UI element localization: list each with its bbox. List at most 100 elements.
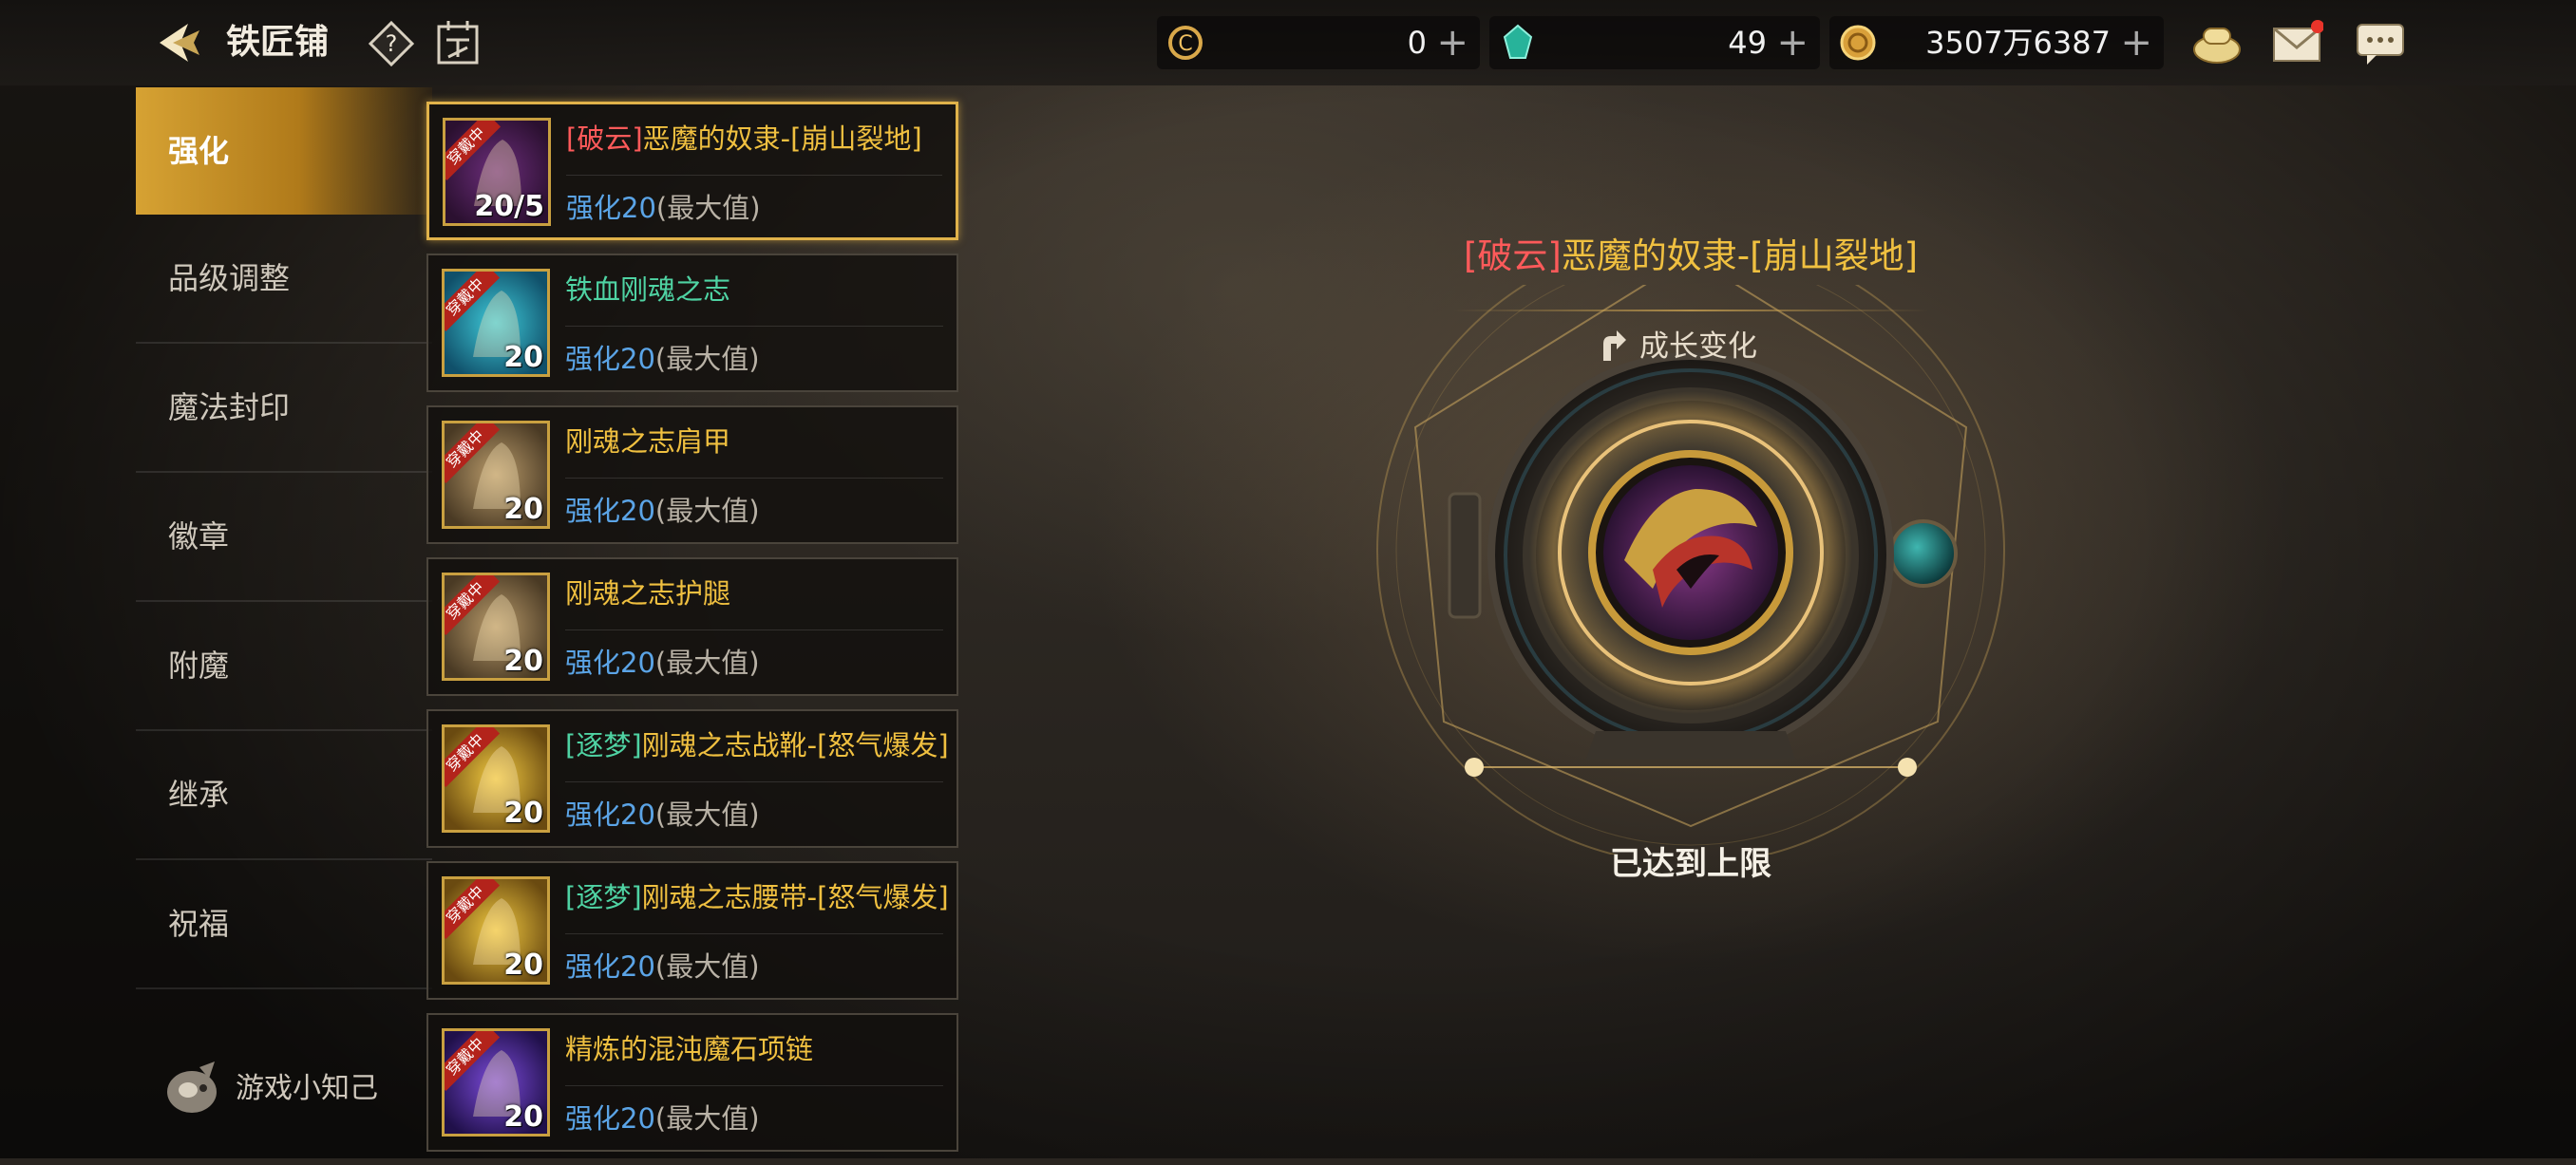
equipment-thumbnail: 穿戴中 20 [442,876,550,985]
nav-item-grade-adjust[interactable]: 品级调整 [136,215,432,344]
equipment-card[interactable]: 穿戴中 20 铁血刚魂之志 强化20(最大值) [426,254,958,392]
svg-text:?: ? [386,30,398,57]
enhance-level-max: (最大值) [654,950,760,983]
equipment-name: 刚魂之志肩甲 [565,419,730,464]
equipment-name: 精炼的混沌魔石项链 [565,1026,813,1072]
back-arrow-icon[interactable] [152,19,207,66]
nav-item-blessing[interactable]: 祝福 [136,860,432,989]
card-divider [565,629,943,630]
currency-gold-add-button[interactable]: + [2120,16,2152,69]
bag-icon[interactable] [2190,19,2244,66]
equipment-prefix: [破云] [566,122,643,155]
equipment-card[interactable]: 穿戴中 20/5 [破云]恶魔的奴隶-[崩山裂地] 强化20(最大值) [426,102,958,240]
enhance-level-value: 强化20 [565,343,655,375]
equipment-name: [逐梦]刚魂之志战靴-[怒气爆发] [565,723,949,768]
nav-item-magic-seal[interactable]: 魔法封印 [136,344,432,473]
equipment-name-text: 刚魂之志腰带-[怒气爆发] [641,881,949,913]
currency-gold-box: 3507万6387 + [1829,16,2164,69]
equipment-name: [破云]恶魔的奴隶-[崩山裂地] [566,116,922,161]
growth-change-label: 成长变化 [1639,329,1757,364]
equipment-name: [逐梦]刚魂之志腰带-[怒气爆发] [565,874,949,920]
equipment-level-badge: 20 [503,341,543,374]
enhance-level: 强化20(最大值) [565,489,760,533]
game-tips-button[interactable]: 游戏小知己 [161,1056,408,1122]
enhance-level: 强化20(最大值) [565,1097,760,1140]
enhance-level-max: (最大值) [654,1102,760,1135]
currency-c-value: 0 [1407,25,1427,61]
nav-item-label: 徽章 [168,518,230,554]
selected-item-name: 恶魔的奴隶-[崩山裂地] [1561,235,1919,276]
equipment-card[interactable]: 穿戴中 20 精炼的混沌魔石项链 强化20(最大值) [426,1013,958,1152]
nav-item-label: 附魔 [168,648,230,684]
currency-c-box: C 0 + [1157,16,1480,69]
equipment-level-badge: 20 [503,797,543,830]
selected-item-prefix: [破云] [1463,235,1562,276]
equipment-level-badge: 20/5 [474,190,544,223]
max-reached-status: 已达到上限 [1610,845,1771,883]
equipment-card[interactable]: 穿戴中 20 刚魂之志护腿 强化20(最大值) [426,557,958,696]
title-divider [1453,310,1928,311]
pet-helper-icon [167,1062,217,1113]
equipment-thumbnail: 穿戴中 20 [442,1028,550,1137]
enhance-level: 强化20(最大值) [566,186,761,230]
enhance-level-value: 强化20 [565,950,655,983]
currency-gem-add-button[interactable]: + [1776,16,1809,69]
selected-item-title: [破云]恶魔的奴隶-[崩山裂地] [1425,228,1957,285]
equipment-card[interactable]: 穿戴中 20 [逐梦]刚魂之志战靴-[怒气爆发] 强化20(最大值) [426,709,958,848]
enhance-level: 强化20(最大值) [565,337,760,381]
equipment-prefix: [逐梦] [565,729,642,761]
gem-icon [1503,24,1533,59]
enhance-level-value: 强化20 [565,647,655,679]
nav-item-label: 强化 [168,133,230,169]
equipment-thumbnail: 穿戴中 20 [442,573,550,681]
nav-item-label: 品级调整 [168,260,291,296]
top-bar: 铁匠铺 ? C 0 + 49 + 3507万6387 + [0,0,2576,85]
calendar-icon[interactable] [435,19,481,66]
equipment-name-text: 恶魔的奴隶-[崩山裂地] [642,122,922,155]
equipment-name-text: 刚魂之志战靴-[怒气爆发] [641,729,949,761]
equipment-level-badge: 20 [503,949,543,982]
card-divider [565,326,943,327]
question-icon[interactable]: ? [369,21,414,66]
nav-item-label: 继承 [168,777,230,813]
equipment-thumbnail: 穿戴中 20 [442,269,550,377]
page-title: 铁匠铺 [226,23,330,62]
equipment-thumbnail: 穿戴中 20 [442,724,550,833]
growth-change-button[interactable]: 成长变化 [1596,323,1786,370]
gold-coin-icon [1840,25,1876,61]
equipment-name: 铁血刚魂之志 [565,267,730,312]
chat-icon[interactable] [2354,19,2407,66]
equipment-level-badge: 20 [503,645,543,678]
enhance-level-max: (最大值) [654,647,760,679]
equipment-name-text: 刚魂之志护腿 [565,577,731,610]
enhance-level: 强化20(最大值) [565,793,760,836]
currency-gem-box: 49 + [1489,16,1820,69]
equipment-name-text: 铁血刚魂之志 [565,273,731,306]
card-divider [565,478,943,479]
currency-c-add-button[interactable]: + [1436,16,1468,69]
svg-text:C: C [1178,32,1192,56]
equipment-name: 刚魂之志护腿 [565,571,730,616]
equipment-level-badge: 20 [503,1100,543,1134]
equipment-card[interactable]: 穿戴中 20 刚魂之志肩甲强化20(最大值) [426,405,958,544]
enhance-level-max: (最大值) [654,343,760,375]
side-nav: 强化 品级调整 魔法封印 徽章 附魔 继承 祝福 [136,87,432,989]
equipment-card[interactable]: 穿戴中 20 [逐梦]刚魂之志腰带-[怒气爆发] 强化20(最大值) [426,861,958,1000]
nav-item-emblem[interactable]: 徽章 [136,473,432,602]
enhance-level-max: (最大值) [655,192,761,224]
card-divider [565,1085,943,1086]
enhance-level-max: (最大值) [654,495,760,527]
card-divider [565,933,943,934]
nav-item-label: 祝福 [168,906,230,942]
currency-gem-value: 49 [1728,25,1767,61]
nav-item-enhance[interactable]: 强化 [136,87,432,215]
equipment-name-text: 刚魂之志肩甲 [565,425,731,458]
card-divider [565,781,943,782]
nav-item-enchant[interactable]: 附魔 [136,602,432,731]
card-divider [566,175,942,176]
mail-icon[interactable] [2270,19,2323,66]
nav-item-inherit[interactable]: 继承 [136,731,432,860]
nav-item-label: 魔法封印 [168,389,291,425]
tips-label: 游戏小知己 [236,1072,378,1105]
equipment-thumbnail: 穿戴中 20 [442,421,550,529]
